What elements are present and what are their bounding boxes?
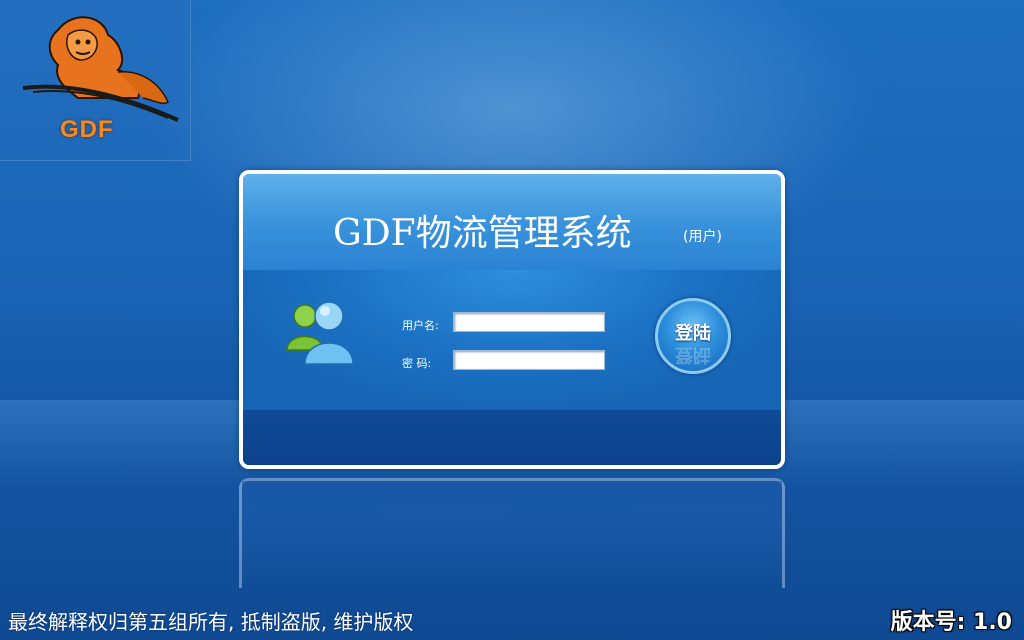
login-button-reflection: 登陆 (675, 344, 711, 365)
password-label: 密 码: (402, 357, 432, 370)
username-label: 用户名: (402, 319, 439, 332)
panel-footer (243, 410, 781, 465)
users-icon (286, 301, 354, 365)
panel-header: GDF物流管理系统 (用户) (243, 174, 781, 270)
version-label: 版本号: 1.0 (890, 610, 1012, 635)
logo-text: GDF (60, 116, 114, 143)
panel-reflection-band (242, 481, 782, 521)
page-title: GDF物流管理系统 (333, 213, 632, 254)
login-panel: GDF物流管理系统 (用户) 用户名: 密 码: 登陆 登陆 (239, 170, 785, 469)
login-button[interactable]: 登陆 登陆 (655, 298, 731, 374)
copyright-notice: 最终解释权归第五组所有, 抵制盗版, 维护版权 (8, 610, 414, 634)
password-input[interactable] (453, 350, 605, 370)
username-input[interactable] (453, 312, 605, 332)
logo-area: GDF (0, 0, 191, 161)
login-form: 用户名: 密 码: 登陆 登陆 (243, 270, 781, 410)
page-subtitle: (用户) (683, 229, 722, 245)
lion-logo-icon (22, 16, 179, 122)
login-button-label: 登陆 (675, 323, 711, 344)
panel-reflection (239, 478, 785, 588)
